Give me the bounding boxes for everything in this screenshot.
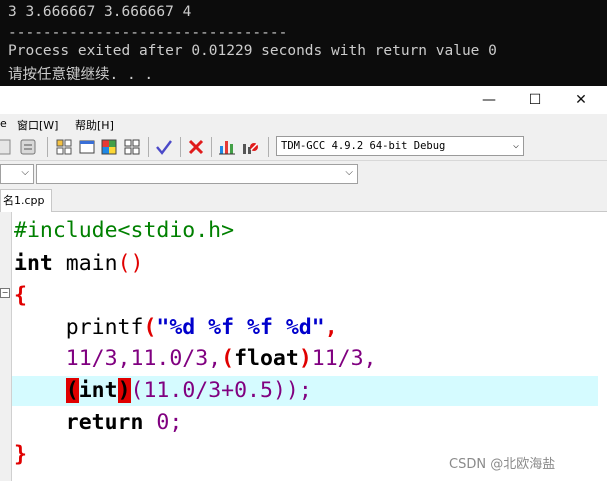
code-open-brace: {: [14, 283, 27, 308]
code-line-8: }: [14, 440, 27, 470]
maximize-button[interactable]: ☐: [512, 86, 558, 114]
grid-layout-icon[interactable]: [55, 138, 73, 156]
code-int-cast-close: ): [117, 378, 131, 403]
code-line-1: #include<stdio.h>: [14, 216, 234, 246]
console-window: 3 3.666667 3.666667 4 ------------------…: [0, 0, 607, 86]
code-line-5: 11/3,11.0/3,(float)11/3,: [14, 344, 377, 374]
window-icon[interactable]: [78, 138, 96, 156]
code-expr-open: (: [130, 378, 144, 403]
code-include: #include<stdio.h>: [14, 218, 235, 243]
code-close-brace: }: [14, 442, 27, 467]
code-keyword-return: return: [65, 410, 144, 435]
close-button[interactable]: ✕: [558, 86, 604, 114]
chevron-down-icon: ⌵: [512, 140, 519, 151]
code-main: main: [52, 251, 118, 276]
code-format-string: "%d %f %f %d": [156, 315, 325, 340]
class-combo[interactable]: ⌵: [0, 164, 34, 184]
compiler-select[interactable]: TDM-GCC 4.9.2 64-bit Debug ⌵: [276, 136, 524, 156]
code-printf-paren: (: [143, 315, 157, 340]
code-comma: ,: [324, 315, 338, 340]
menu-item-partial[interactable]: e: [0, 117, 7, 130]
delete-icon[interactable]: [187, 138, 205, 156]
code-args-a: 11/3,11.0/3,: [65, 346, 222, 371]
watermark: CSDN @北欧海盐: [449, 457, 556, 472]
code-keyword-int: int: [14, 251, 53, 276]
compiler-select-value: TDM-GCC 4.9.2 64-bit Debug: [281, 140, 446, 152]
menu-bar: e 窗口[W] 帮助[H]: [0, 114, 607, 134]
editor-gutter: −: [0, 212, 12, 481]
chevron-down-icon: ⌵: [21, 167, 29, 178]
code-semicolon: ;: [298, 378, 312, 403]
tab-file[interactable]: 名1.cpp: [0, 189, 52, 212]
class-combos: ⌵ ⌵: [0, 162, 360, 186]
function-combo[interactable]: ⌵: [36, 164, 358, 184]
code-main-parens: (): [117, 251, 144, 276]
title-bar: — ☐ ✕: [0, 86, 607, 114]
color-grid-icon[interactable]: [100, 138, 118, 156]
menu-item-help[interactable]: 帮助[H]: [75, 117, 114, 133]
bar-chart-icon[interactable]: [218, 138, 236, 156]
comment-tool-icon[interactable]: [19, 138, 37, 156]
code-line-6: (int)(11.0/3+0.5));: [14, 376, 312, 406]
code-line-4: printf("%d %f %f %d",: [14, 313, 338, 343]
chevron-down-icon: ⌵: [345, 167, 353, 178]
code-return-value: 0: [143, 410, 170, 435]
check-icon[interactable]: [155, 138, 173, 156]
code-cast-open: (: [221, 346, 235, 371]
editor-tabs: 名1.cpp: [0, 187, 607, 212]
fold-toggle-icon[interactable]: −: [0, 288, 10, 298]
code-keyword-int-cast: int: [78, 378, 118, 403]
code-line-2: int main(): [14, 249, 143, 279]
code-expr: 11.0/3+0.5: [143, 378, 273, 403]
console-divider: --------------------------------: [8, 25, 288, 41]
menu-item-window[interactable]: 窗口[W]: [17, 117, 58, 133]
code-printf: printf: [65, 315, 144, 340]
code-args-b: 11/3,: [311, 346, 377, 371]
code-return-semicolon: ;: [169, 410, 183, 435]
code-line-7: return 0;: [14, 408, 183, 438]
code-cast-close: ): [298, 346, 312, 371]
code-editor[interactable]: − #include<stdio.h> int main() { printf(…: [0, 212, 607, 481]
profile-icon[interactable]: [241, 138, 259, 156]
partial-tool-icon[interactable]: [0, 138, 12, 156]
code-keyword-float: float: [234, 346, 299, 371]
code-expr-close: )): [272, 378, 299, 403]
console-press-key: 请按任意键继续. . .: [8, 67, 154, 83]
ide-window: — ☐ ✕ e 窗口[W] 帮助[H] TDM-GCC 4.9.2 64-bit…: [0, 86, 607, 481]
code-int-cast-open: (: [65, 378, 79, 403]
minimize-button[interactable]: —: [466, 86, 512, 114]
tile-icon[interactable]: [123, 138, 141, 156]
console-exit-message: Process exited after 0.01229 seconds wit…: [8, 43, 497, 59]
code-line-3: {: [14, 281, 27, 311]
console-output-line: 3 3.666667 3.666667 4: [8, 4, 192, 20]
